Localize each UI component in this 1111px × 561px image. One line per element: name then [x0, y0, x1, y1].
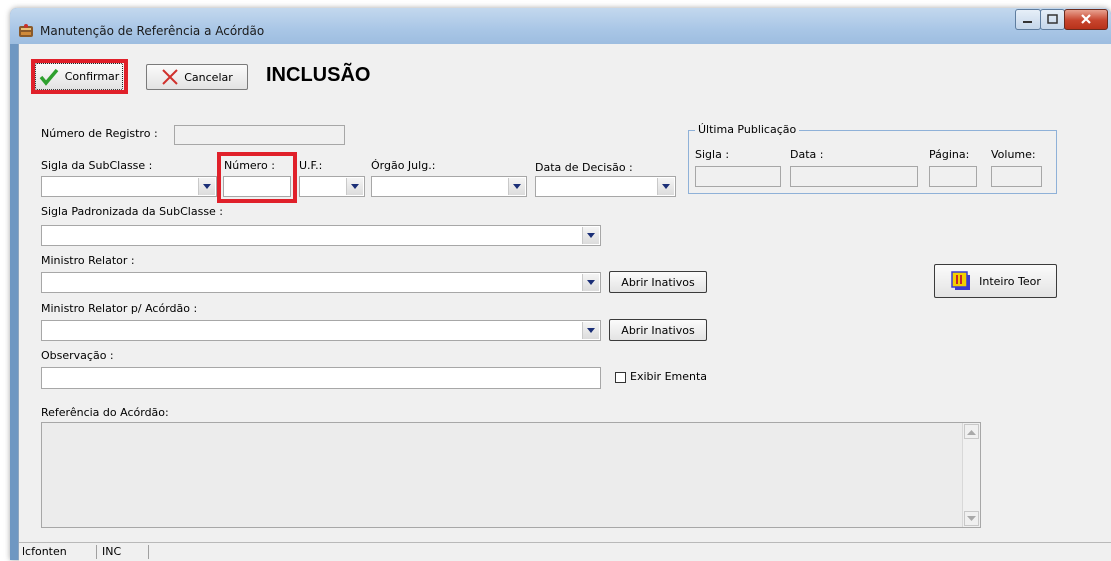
pub-sigla-label: Sigla :	[695, 148, 730, 161]
status-user: lcfonten	[19, 545, 97, 559]
abrir-inativos-acordao-button[interactable]: Abrir Inativos	[609, 319, 707, 341]
vertical-scrollbar[interactable]	[962, 423, 980, 527]
chevron-up-icon	[967, 429, 976, 435]
ministro-relator-label: Ministro Relator :	[41, 254, 135, 267]
ministro-relator-acordao-select[interactable]	[41, 320, 601, 341]
uf-label: U.F.:	[299, 159, 323, 172]
chevron-down-icon	[198, 178, 215, 195]
maximize-button[interactable]	[1040, 9, 1065, 30]
mode-title: INCLUSÃO	[266, 64, 371, 86]
exibir-ementa-label: Exibir Ementa	[630, 370, 708, 383]
cancel-label: Cancelar	[184, 70, 233, 84]
sigla-padronizada-label: Sigla Padronizada da SubClasse :	[41, 205, 224, 218]
sigla-subclasse-select[interactable]	[41, 176, 217, 197]
status-mode: INC	[99, 545, 149, 559]
referencia-label: Referência do Acórdão:	[41, 406, 169, 419]
ultima-publicacao-title: Última Publicação	[695, 123, 800, 136]
status-bar: lcfonten INC	[19, 542, 1111, 561]
numero-registro-label: Número de Registro :	[41, 127, 158, 140]
chevron-down-icon	[967, 515, 976, 521]
chevron-down-icon	[582, 227, 599, 244]
exibir-ementa-checkbox[interactable]	[615, 372, 626, 383]
maximize-icon	[1047, 14, 1058, 24]
title-bar: Manutenção de Referência a Acórdão	[10, 8, 1111, 44]
close-button[interactable]	[1064, 9, 1108, 30]
chevron-down-icon	[582, 274, 599, 291]
data-decisao-select[interactable]	[535, 176, 676, 197]
abrir-inativos-acordao-label: Abrir Inativos	[621, 323, 695, 337]
minimize-button[interactable]	[1015, 9, 1041, 30]
window-title: Manutenção de Referência a Acórdão	[40, 24, 265, 38]
pub-data-label: Data :	[790, 148, 824, 161]
confirm-button[interactable]: Confirmar	[35, 63, 123, 90]
chevron-down-icon	[582, 322, 599, 339]
orgao-julg-select[interactable]	[371, 176, 527, 197]
sigla-subclasse-label: Sigla da SubClasse :	[41, 159, 153, 172]
minimize-icon	[1023, 21, 1032, 23]
document-icon	[951, 271, 971, 290]
abrir-inativos-label: Abrir Inativos	[621, 275, 695, 289]
pub-pagina-field	[929, 166, 977, 187]
ministro-relator-select[interactable]	[41, 272, 601, 293]
chevron-down-icon	[346, 178, 363, 195]
numero-registro-field	[174, 125, 345, 145]
confirm-label: Confirmar	[64, 70, 120, 83]
observacao-label: Observação :	[41, 349, 114, 362]
numero-field[interactable]	[223, 176, 291, 197]
close-icon	[1081, 14, 1091, 24]
checkmark-icon	[39, 68, 59, 86]
pub-volume-label: Volume:	[991, 148, 1036, 161]
data-decisao-label: Data de Decisão :	[535, 161, 633, 174]
pub-volume-field	[991, 166, 1042, 187]
cancel-button[interactable]: Cancelar	[146, 64, 248, 90]
referencia-textarea[interactable]	[41, 422, 981, 528]
app-icon	[18, 23, 34, 39]
sigla-padronizada-select[interactable]	[41, 225, 601, 246]
ministro-relator-acordao-label: Ministro Relator p/ Acórdão :	[41, 302, 198, 315]
abrir-inativos-button[interactable]: Abrir Inativos	[609, 271, 707, 293]
scroll-up-button[interactable]	[964, 424, 979, 439]
inteiro-teor-button[interactable]: Inteiro Teor	[934, 264, 1057, 298]
chevron-down-icon	[508, 178, 525, 195]
pub-sigla-field	[695, 166, 781, 187]
uf-select[interactable]	[299, 176, 365, 197]
form-area: Confirmar Cancelar INCLUSÃO Número de Re…	[18, 44, 1111, 561]
inteiro-teor-label: Inteiro Teor	[979, 274, 1041, 288]
numero-label: Número :	[224, 159, 275, 172]
chevron-down-icon	[657, 178, 674, 195]
orgao-julg-label: Órgão Julg.:	[371, 159, 436, 172]
main-window: Manutenção de Referência a Acórdão Confi…	[10, 8, 1111, 561]
x-mark-icon	[162, 69, 178, 85]
pub-data-field	[790, 166, 918, 187]
pub-pagina-label: Página:	[929, 148, 970, 161]
observacao-field[interactable]	[41, 367, 601, 389]
scroll-down-button[interactable]	[964, 511, 979, 526]
